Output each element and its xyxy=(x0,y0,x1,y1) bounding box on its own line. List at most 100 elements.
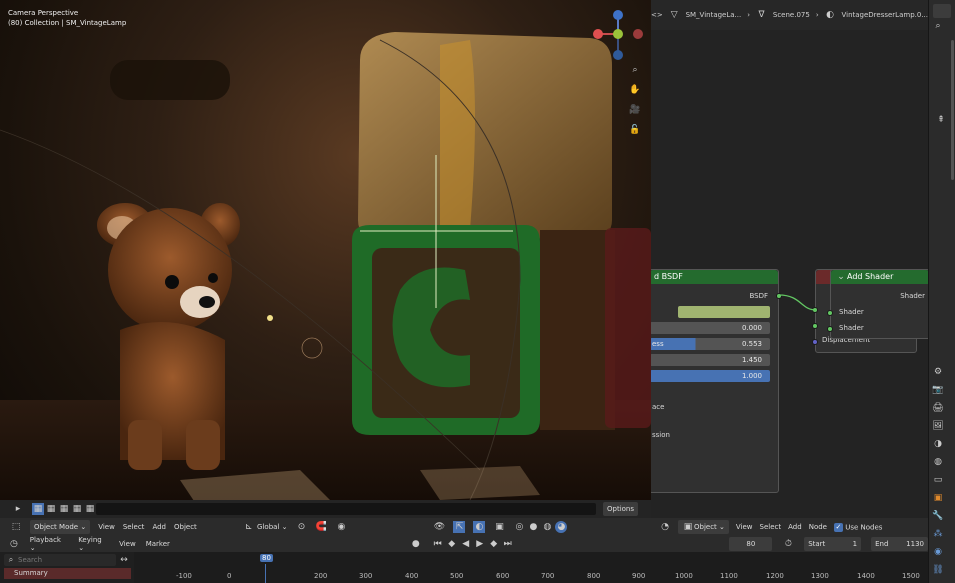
outliner-filter-icon[interactable]: ⇞ xyxy=(935,114,947,126)
summary-channel[interactable]: Summary xyxy=(4,568,131,579)
panel-header-button[interactable] xyxy=(933,4,951,18)
timeline-menu-marker[interactable]: Marker xyxy=(146,540,170,548)
collection-properties-icon[interactable]: ▭ xyxy=(932,474,944,486)
start-frame-field[interactable]: Start 1 xyxy=(804,537,862,551)
menu-view[interactable]: View xyxy=(98,523,115,531)
gizmo-x-axis[interactable] xyxy=(593,29,603,39)
tick: 1000 xyxy=(675,572,693,580)
tick: 1500 xyxy=(902,572,920,580)
tick: 400 xyxy=(405,572,419,580)
pivot-icon[interactable]: ⊙ xyxy=(295,521,307,533)
camera-view-icon[interactable]: 🎥 xyxy=(629,104,641,116)
timeline[interactable]: ◷ Playback ⌄ Keying ⌄ View Marker ● ⏮ ◆ … xyxy=(0,536,928,583)
view-layer-icon[interactable]: 🖼 xyxy=(932,420,944,432)
world-properties-icon[interactable]: ◍ xyxy=(932,456,944,468)
object-cube-icon: ▣ xyxy=(683,522,693,532)
select-invert-icon[interactable]: ▦ xyxy=(71,503,83,515)
current-frame-marker[interactable]: 80 xyxy=(260,554,273,562)
zoom-icon[interactable]: ⌕ xyxy=(629,64,641,76)
swap-icon[interactable]: ↔ xyxy=(118,554,130,566)
node-menu-add[interactable]: Add xyxy=(788,523,802,531)
select-subtract-icon[interactable]: ▦ xyxy=(58,503,70,515)
use-nodes-label: Use Nodes xyxy=(845,523,883,531)
tool-properties-icon[interactable]: ⚙ xyxy=(932,366,944,378)
select-extend-icon[interactable]: ▦ xyxy=(45,503,57,515)
menu-add[interactable]: Add xyxy=(152,523,166,531)
scrollbar[interactable] xyxy=(951,40,954,180)
tick: 700 xyxy=(541,572,555,580)
constraints-properties-icon[interactable]: ⛓ xyxy=(932,564,944,576)
playhead-line[interactable] xyxy=(265,564,266,583)
lock-icon[interactable]: 🔓 xyxy=(629,124,641,136)
use-nodes-checkbox[interactable]: ✓ Use Nodes xyxy=(833,522,883,532)
editor-type-icon-2[interactable]: ◔ xyxy=(659,521,671,533)
frame-ruler[interactable]: -100 0 80 200 300 400 500 600 700 800 90… xyxy=(134,552,928,583)
timeline-editor-icon[interactable]: ◷ xyxy=(8,538,20,550)
node-menu-select[interactable]: Select xyxy=(760,523,782,531)
start-value: 1 xyxy=(852,540,858,548)
scene-properties-icon[interactable]: ◑ xyxy=(932,438,944,450)
play-reverse-icon[interactable]: ◀ xyxy=(460,538,472,550)
rendered-shading-icon[interactable]: ◕ xyxy=(555,521,568,533)
tick: 300 xyxy=(359,572,373,580)
node-menu-view[interactable]: View xyxy=(736,523,753,531)
snap-icon[interactable]: 🧲 xyxy=(315,521,327,533)
tick: 1200 xyxy=(766,572,784,580)
search-icon[interactable]: ⌕ xyxy=(932,20,944,32)
shader-node-editor[interactable]: <> ▽ SM_VintageLa... › ∇ Scene.075 › ◐ V… xyxy=(651,0,928,518)
solid-shading-icon[interactable]: ● xyxy=(527,521,539,533)
menu-select[interactable]: Select xyxy=(123,523,145,531)
transform-orientation-dropdown[interactable]: ⊾ Global ⌄ xyxy=(243,521,287,533)
modifier-properties-icon[interactable]: 🔧 xyxy=(932,510,944,522)
node-menu-node[interactable]: Node xyxy=(809,523,827,531)
render-properties-icon[interactable]: 📷 xyxy=(932,384,944,396)
end-frame-field[interactable]: End 1130 xyxy=(871,537,928,551)
object-properties-icon[interactable]: ▣ xyxy=(932,492,944,504)
clock-icon[interactable]: ⏱ xyxy=(782,538,794,550)
axes-icon: ⊾ xyxy=(245,522,253,532)
object-dropdown[interactable]: ▣ Object ⌄ xyxy=(678,520,729,534)
next-keyframe-icon[interactable]: ◆ xyxy=(488,538,500,550)
checkmark-icon: ✓ xyxy=(833,522,843,532)
3d-viewport[interactable]: Camera Perspective (80) Collection | SM_… xyxy=(0,0,651,518)
particles-properties-icon[interactable]: ⁂ xyxy=(932,528,944,540)
xray-icon[interactable]: ▣ xyxy=(493,521,505,533)
prev-keyframe-icon[interactable]: ◆ xyxy=(446,538,458,550)
search-placeholder: Search xyxy=(18,556,43,564)
select-intersect-icon[interactable]: ▦ xyxy=(84,503,96,515)
play-icon[interactable]: ▸ xyxy=(12,503,24,515)
visibility-icon[interactable]: 👁 xyxy=(433,521,445,533)
node-links xyxy=(778,294,817,311)
options-button[interactable]: Options xyxy=(603,502,639,516)
editor-type-icon[interactable]: ⬚ xyxy=(10,521,22,533)
timeline-menu-view[interactable]: View xyxy=(119,540,136,548)
timeline-menu-keying[interactable]: Keying ⌄ xyxy=(78,536,109,552)
timeline-menu-playback[interactable]: Playback ⌄ xyxy=(30,536,68,552)
mode-dropdown[interactable]: Object Mode ⌄ xyxy=(30,520,91,534)
gizmo-y-axis[interactable] xyxy=(613,29,623,39)
output-properties-icon[interactable]: 🖨 xyxy=(932,402,944,414)
end-value: 1130 xyxy=(906,540,924,548)
tick: 1100 xyxy=(720,572,738,580)
play-icon-timeline[interactable]: ▶ xyxy=(474,538,486,550)
wireframe-shading-icon[interactable]: ◎ xyxy=(513,521,525,533)
tick: 600 xyxy=(496,572,510,580)
object-label: Object xyxy=(694,523,717,531)
physics-properties-icon[interactable]: ◉ xyxy=(932,546,944,558)
jump-end-icon[interactable]: ⏭ xyxy=(502,538,514,550)
overlay-toggle-icon[interactable]: ◐ xyxy=(473,521,486,533)
material-shading-icon[interactable]: ◍ xyxy=(541,521,553,533)
select-mode-icon[interactable]: ▦ xyxy=(32,503,44,515)
record-icon[interactable]: ● xyxy=(410,538,422,550)
timeline-search-field[interactable]: ⌕ Search xyxy=(4,554,116,566)
navigation-gizmo[interactable] xyxy=(588,8,648,63)
proportional-edit-icon[interactable]: ◉ xyxy=(335,521,347,533)
gizmo-toggle-icon[interactable]: ⇱ xyxy=(453,521,466,533)
current-frame-field[interactable]: 80 xyxy=(729,537,773,551)
pan-hand-icon[interactable]: ✋ xyxy=(629,84,641,96)
jump-start-icon[interactable]: ⏮ xyxy=(432,538,444,550)
menu-object[interactable]: Object xyxy=(174,523,197,531)
gizmo-z-axis[interactable] xyxy=(613,10,623,20)
end-label: End xyxy=(875,540,889,548)
properties-panel[interactable]: ⌕ ⇞ ⚙ 📷 🖨 🖼 ◑ ◍ ▭ ▣ 🔧 ⁂ ◉ ⛓ ▽ xyxy=(928,0,955,583)
